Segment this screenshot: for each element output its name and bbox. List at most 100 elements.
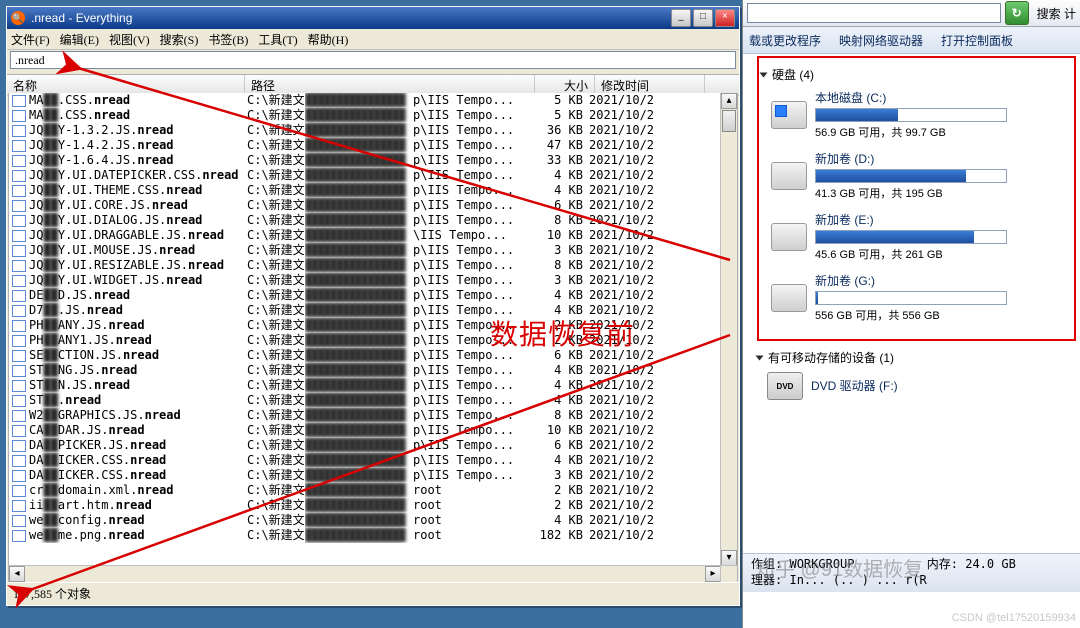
refresh-icon[interactable]: ↻ [1005,1,1029,25]
list-item[interactable]: D7██.JS.nreadC:\新建文████████████████p\IIS… [9,303,721,318]
dvd-drive-item[interactable]: DVD DVD 驱动器 (F:) [767,372,1076,400]
drive-item[interactable]: 本地磁盘 (C:)56.9 GB 可用，共 99.7 GB [771,89,1072,140]
list-item[interactable]: JQ██Y-1.4.2.JS.nreadC:\新建文██████████████… [9,138,721,153]
file-path-suffix: p\IIS Tempo... [413,258,523,273]
file-path-hidden: ████████████████ [305,468,413,483]
disk-section-header[interactable]: 硬盘 (4) [761,66,1072,83]
list-item[interactable]: we██config.nreadC:\新建文████████████████ro… [9,513,721,528]
title-bar[interactable]: 🔍 .nread - Everything _ □ × [7,7,739,29]
file-icon [12,425,26,437]
search-input[interactable] [10,51,736,69]
menu-file[interactable]: 文件(F) [11,31,50,48]
file-size: 6 KB [523,438,589,453]
file-icon [12,215,26,227]
list-item[interactable]: JQ██Y.UI.DIALOG.JS.nreadC:\新建文██████████… [9,213,721,228]
list-item[interactable]: ii██art.htm.nreadC:\新建文████████████████r… [9,498,721,513]
list-item[interactable]: DE██D.JS.nreadC:\新建文████████████████p\II… [9,288,721,303]
file-name: W2██GRAPHICS.JS.nread [29,408,247,423]
list-item[interactable]: JQ██Y.UI.DATEPICKER.CSS.nreadC:\新建文█████… [9,168,721,183]
close-button[interactable]: × [715,9,735,27]
list-item[interactable]: PH██ANY.JS.nreadC:\新建文████████████████p\… [9,318,721,333]
list-item[interactable]: JQ██Y.UI.DRAGGABLE.JS.nreadC:\新建文███████… [9,228,721,243]
scroll-thumb[interactable] [722,110,736,132]
file-icon [12,380,26,392]
horizontal-scrollbar[interactable]: ◂ ▸ [9,565,721,582]
file-date: 2021/10/2 [589,243,697,258]
menu-bookmark[interactable]: 书签(B) [208,31,248,48]
file-date: 2021/10/2 [589,168,697,183]
menu-search[interactable]: 搜索(S) [160,31,199,48]
removable-section-header[interactable]: 有可移动存储的设备 (1) [757,349,1076,366]
search-label: 搜索 计 [1037,5,1076,22]
scroll-up-button[interactable]: ▴ [721,93,737,109]
file-date: 2021/10/2 [589,333,697,348]
file-path-prefix: C:\新建文 [247,468,305,483]
list-item[interactable]: PH██ANY1.JS.nreadC:\新建文████████████████p… [9,333,721,348]
file-date: 2021/10/2 [589,93,697,108]
list-item[interactable]: ST██NG.JS.nreadC:\新建文████████████████p\I… [9,363,721,378]
status-bar: 167,585 个对象 [7,582,739,605]
list-item[interactable]: W2██GRAPHICS.JS.nreadC:\新建文█████████████… [9,408,721,423]
file-path-prefix: C:\新建文 [247,228,305,243]
list-item[interactable]: DA██ICKER.CSS.nreadC:\新建文███████████████… [9,468,721,483]
file-path-prefix: C:\新建文 [247,513,305,528]
uninstall-link[interactable]: 载或更改程序 [749,32,821,49]
file-icon [12,275,26,287]
file-path-hidden: ████████████████ [305,318,413,333]
list-item[interactable]: MA██.CSS.nreadC:\新建文████████████████p\II… [9,93,721,108]
vertical-scrollbar[interactable]: ▴ ▾ [720,93,737,566]
scroll-left-button[interactable]: ◂ [9,566,25,582]
list-item[interactable]: JQ██Y.UI.THEME.CSS.nreadC:\新建文██████████… [9,183,721,198]
minimize-button[interactable]: _ [671,9,691,27]
list-item[interactable]: cr██domain.xml.nreadC:\新建文██████████████… [9,483,721,498]
file-date: 2021/10/2 [589,453,697,468]
list-item[interactable]: JQ██Y-1.3.2.JS.nreadC:\新建文██████████████… [9,123,721,138]
file-size: 8 KB [523,258,589,273]
file-path-suffix: p\IIS Tempo... [413,318,523,333]
list-item[interactable]: JQ██Y-1.6.4.JS.nreadC:\新建文██████████████… [9,153,721,168]
file-name: JQ██Y.UI.MOUSE.JS.nread [29,243,247,258]
file-path-prefix: C:\新建文 [247,108,305,123]
scroll-down-button[interactable]: ▾ [721,550,737,566]
menu-view[interactable]: 视图(V) [109,31,150,48]
file-date: 2021/10/2 [589,408,697,423]
maximize-button[interactable]: □ [693,9,713,27]
menu-tool[interactable]: 工具(T) [258,31,297,48]
file-size: 5 KB [523,93,589,108]
file-size: 2 KB [523,318,589,333]
map-network-drive-link[interactable]: 映射网络驱动器 [839,32,923,49]
explorer-body: 硬盘 (4) 本地磁盘 (C:)56.9 GB 可用，共 99.7 GB 新加卷 … [743,52,1080,558]
list-item[interactable]: ST██N.JS.nreadC:\新建文████████████████p\II… [9,378,721,393]
drive-item[interactable]: 新加卷 (E:)45.6 GB 可用，共 261 GB [771,211,1072,262]
file-path-prefix: C:\新建文 [247,288,305,303]
csdn-watermark: CSDN @tel17520159934 [952,612,1076,624]
file-path-hidden: ████████████████ [305,453,413,468]
menu-help[interactable]: 帮助(H) [308,31,349,48]
list-item[interactable]: JQ██Y.UI.WIDGET.JS.nreadC:\新建文██████████… [9,273,721,288]
address-input[interactable] [747,3,1001,23]
list-item[interactable]: DA██ICKER.CSS.nreadC:\新建文███████████████… [9,453,721,468]
list-item[interactable]: MA██.CSS.nreadC:\新建文████████████████p\II… [9,108,721,123]
file-icon [12,290,26,302]
list-item[interactable]: SE██CTION.JS.nreadC:\新建文████████████████… [9,348,721,363]
file-name: JQ██Y-1.3.2.JS.nread [29,123,247,138]
list-item[interactable]: JQ██Y.UI.CORE.JS.nreadC:\新建文████████████… [9,198,721,213]
drive-item[interactable]: 新加卷 (G:)556 GB 可用，共 556 GB [771,272,1072,323]
file-date: 2021/10/2 [589,423,697,438]
scroll-right-button[interactable]: ▸ [705,566,721,582]
file-name: PH██ANY1.JS.nread [29,333,247,348]
file-path-suffix: p\IIS Tempo... [413,408,523,423]
list-item[interactable]: ST██.nreadC:\新建文████████████████p\IIS Te… [9,393,721,408]
menu-edit[interactable]: 编辑(E) [60,31,99,48]
list-item[interactable]: JQ██Y.UI.MOUSE.JS.nreadC:\新建文███████████… [9,243,721,258]
file-path-hidden: ████████████████ [305,498,413,513]
list-item[interactable]: JQ██Y.UI.RESIZABLE.JS.nreadC:\新建文███████… [9,258,721,273]
file-date: 2021/10/2 [589,528,697,543]
drive-item[interactable]: 新加卷 (D:)41.3 GB 可用，共 195 GB [771,150,1072,201]
drive-usage-bar [815,291,1007,305]
list-item[interactable]: CA██DAR.JS.nreadC:\新建文████████████████p\… [9,423,721,438]
file-path-suffix: root [413,498,523,513]
list-item[interactable]: DA██PICKER.JS.nreadC:\新建文███████████████… [9,438,721,453]
list-item[interactable]: we██me.png.nreadC:\新建文████████████████ro… [9,528,721,543]
open-control-panel-link[interactable]: 打开控制面板 [941,32,1013,49]
